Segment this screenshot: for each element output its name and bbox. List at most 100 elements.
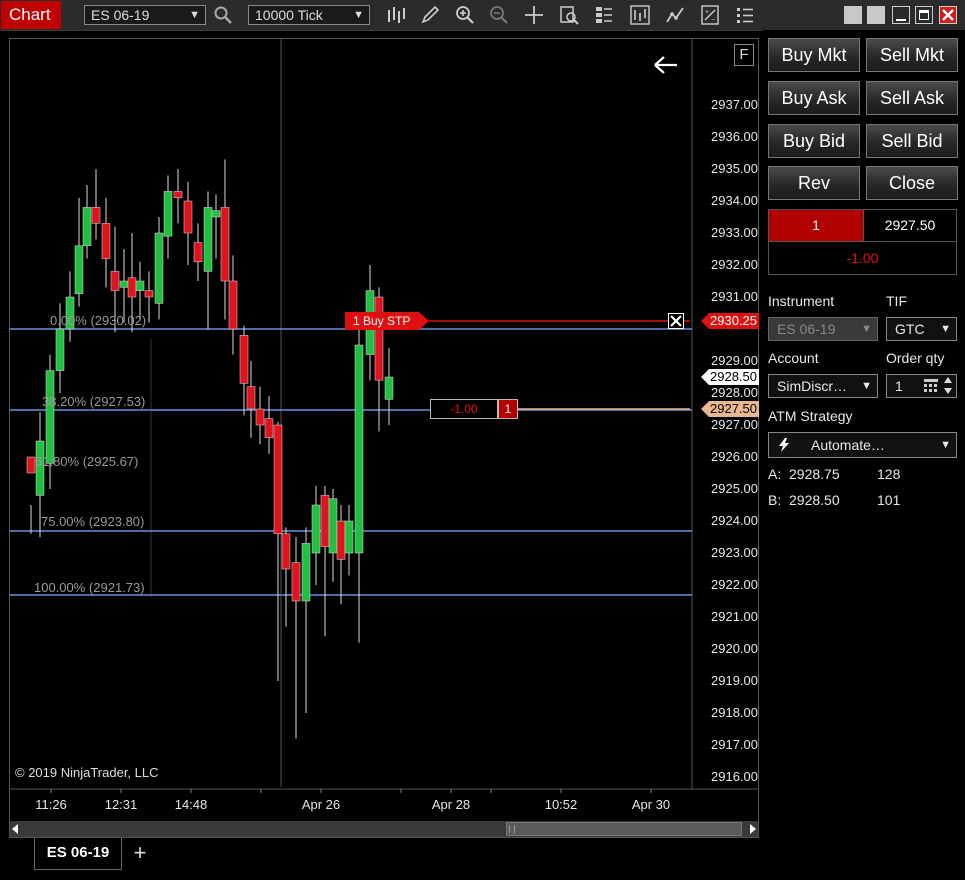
calculator-icon[interactable] (924, 379, 938, 393)
scroll-thumb[interactable] (506, 822, 742, 836)
order-qty-value[interactable]: 1 (895, 378, 903, 394)
close-icon (942, 9, 954, 21)
link-color-button[interactable] (844, 6, 862, 24)
buy-market-button[interactable]: Buy Mkt (768, 38, 860, 72)
add-tab-button[interactable]: + (128, 840, 152, 866)
up-candle (82, 207, 92, 247)
stop-order-label[interactable]: 1 Buy STP (345, 312, 429, 330)
down-candle (255, 408, 265, 426)
price-chart[interactable] (10, 39, 758, 837)
position-avg-price: 2927.50 (863, 210, 956, 241)
instrument-dropdown-value: ES 06-19 (91, 7, 150, 23)
list-icon[interactable] (735, 5, 755, 25)
instrument-dropdown[interactable]: ES 06-19 ▼ (84, 5, 206, 25)
scroll-track[interactable] (22, 823, 506, 835)
instrument-field[interactable]: ES 06-19 ▼ (768, 317, 878, 341)
up-candle (311, 504, 321, 554)
chart-style-icon[interactable] (386, 5, 406, 25)
ask-size: 128 (877, 466, 901, 482)
price-tick-label: 2928.00 (711, 385, 758, 400)
down-candle (101, 223, 111, 259)
position-pnl-label[interactable]: -1.00 (430, 399, 498, 419)
price-tick-label: 2933.00 (711, 225, 758, 240)
minimize-button[interactable] (892, 6, 910, 24)
atm-strategy-dropdown[interactable]: Automate… ▼ (768, 432, 957, 458)
time-tick-label: 14:48 (174, 797, 208, 812)
chart-trader-icon[interactable]: +− (700, 5, 720, 25)
up-candle (74, 245, 84, 295)
close-position-button[interactable]: Close (866, 166, 958, 200)
position-qty-label[interactable]: 1 (498, 399, 518, 419)
down-candle (273, 424, 283, 535)
maximize-button[interactable] (915, 6, 933, 24)
tab-es-06-19[interactable]: ES 06-19 (34, 838, 122, 870)
chart-panel[interactable]: 2937.00 2936.00 2935.00 2934.00 2933.00 2932.… (9, 38, 759, 838)
price-tick-label: 2927.00 (711, 417, 758, 432)
down-candle (228, 280, 238, 330)
strategies-icon[interactable] (665, 5, 685, 25)
copyright-text: © 2019 NinjaTrader, LLC (15, 765, 159, 780)
zoom-in-icon[interactable] (455, 5, 475, 25)
reverse-button[interactable]: Rev (768, 166, 860, 200)
bid-label: B: (768, 492, 782, 508)
crosshair-icon[interactable] (524, 5, 544, 25)
tif-dropdown[interactable]: GTC ▼ (886, 317, 957, 341)
chevron-down-icon: ▼ (189, 9, 200, 21)
down-candle (173, 191, 183, 199)
time-tick-label: Apr 28 (431, 797, 471, 812)
price-tick-label: 2929.00 (711, 353, 758, 368)
ask-label: A: (768, 466, 782, 482)
down-candle (220, 207, 230, 282)
up-candle (384, 376, 394, 400)
order-qty-stepper[interactable]: 1 (886, 374, 957, 398)
buy-bid-button[interactable]: Buy Bid (768, 124, 860, 158)
fib-level-label: 75.00% (2923.80) (41, 514, 145, 529)
drawing-tool-icon[interactable] (420, 5, 440, 25)
down-candle (320, 495, 330, 547)
minimize-icon (896, 19, 906, 21)
up-candle (211, 210, 221, 218)
search-icon[interactable] (213, 5, 233, 25)
close-window-button[interactable] (939, 6, 957, 24)
instrument-link-button[interactable] (867, 6, 885, 24)
price-tick-label: 2936.00 (711, 129, 758, 144)
instrument-label: Instrument (768, 293, 835, 309)
toolbar: Chart ES 06-19 ▼ 10000 Tick ▼ + − (0, 0, 965, 31)
sell-market-button[interactable]: Sell Mkt (866, 38, 958, 72)
zoom-out-icon[interactable] (489, 5, 509, 25)
position-price-marker: 2927.50 (701, 401, 759, 417)
down-candle (291, 562, 301, 602)
chevron-down-icon: ▼ (353, 9, 364, 21)
indicators-icon[interactable] (630, 5, 650, 25)
properties-icon[interactable] (594, 5, 614, 25)
svg-text:+: + (705, 9, 709, 16)
interval-dropdown[interactable]: 10000 Tick ▼ (248, 5, 370, 25)
chevron-down-icon: ▼ (861, 323, 872, 335)
bid-size: 101 (877, 492, 901, 508)
up-candle (55, 328, 65, 371)
time-tick-label: 12:31 (104, 797, 138, 812)
cancel-order-button[interactable] (668, 313, 684, 329)
price-tick-label: 2937.00 (711, 97, 758, 112)
arrow-left-icon[interactable] (652, 54, 680, 76)
scroll-left-icon[interactable] (12, 824, 18, 834)
sell-ask-button[interactable]: Sell Ask (866, 81, 958, 115)
increment-icon[interactable] (944, 377, 952, 383)
decrement-icon[interactable] (944, 388, 952, 394)
price-axis[interactable]: 2937.00 2936.00 2935.00 2934.00 2933.00 2932.… (701, 39, 759, 789)
scroll-right-icon[interactable] (750, 824, 756, 834)
price-tick-label: 2916.00 (711, 769, 758, 784)
chevron-down-icon: ▼ (861, 380, 872, 392)
tif-dropdown-value: GTC (895, 321, 925, 337)
horizontal-scrollbar[interactable] (10, 821, 758, 837)
grip-icon (509, 825, 515, 833)
fib-level-label: 38.20% (2927.53) (42, 394, 146, 409)
buy-ask-button[interactable]: Buy Ask (768, 81, 860, 115)
atm-strategy-value: Automate… (811, 437, 885, 453)
price-tick-label: 2923.00 (711, 545, 758, 560)
sell-bid-button[interactable]: Sell Bid (866, 124, 958, 158)
f-button[interactable]: F (734, 44, 754, 66)
account-dropdown[interactable]: SimDiscr… ▼ (768, 374, 878, 398)
data-box-icon[interactable] (559, 5, 579, 25)
up-candle (135, 280, 145, 291)
